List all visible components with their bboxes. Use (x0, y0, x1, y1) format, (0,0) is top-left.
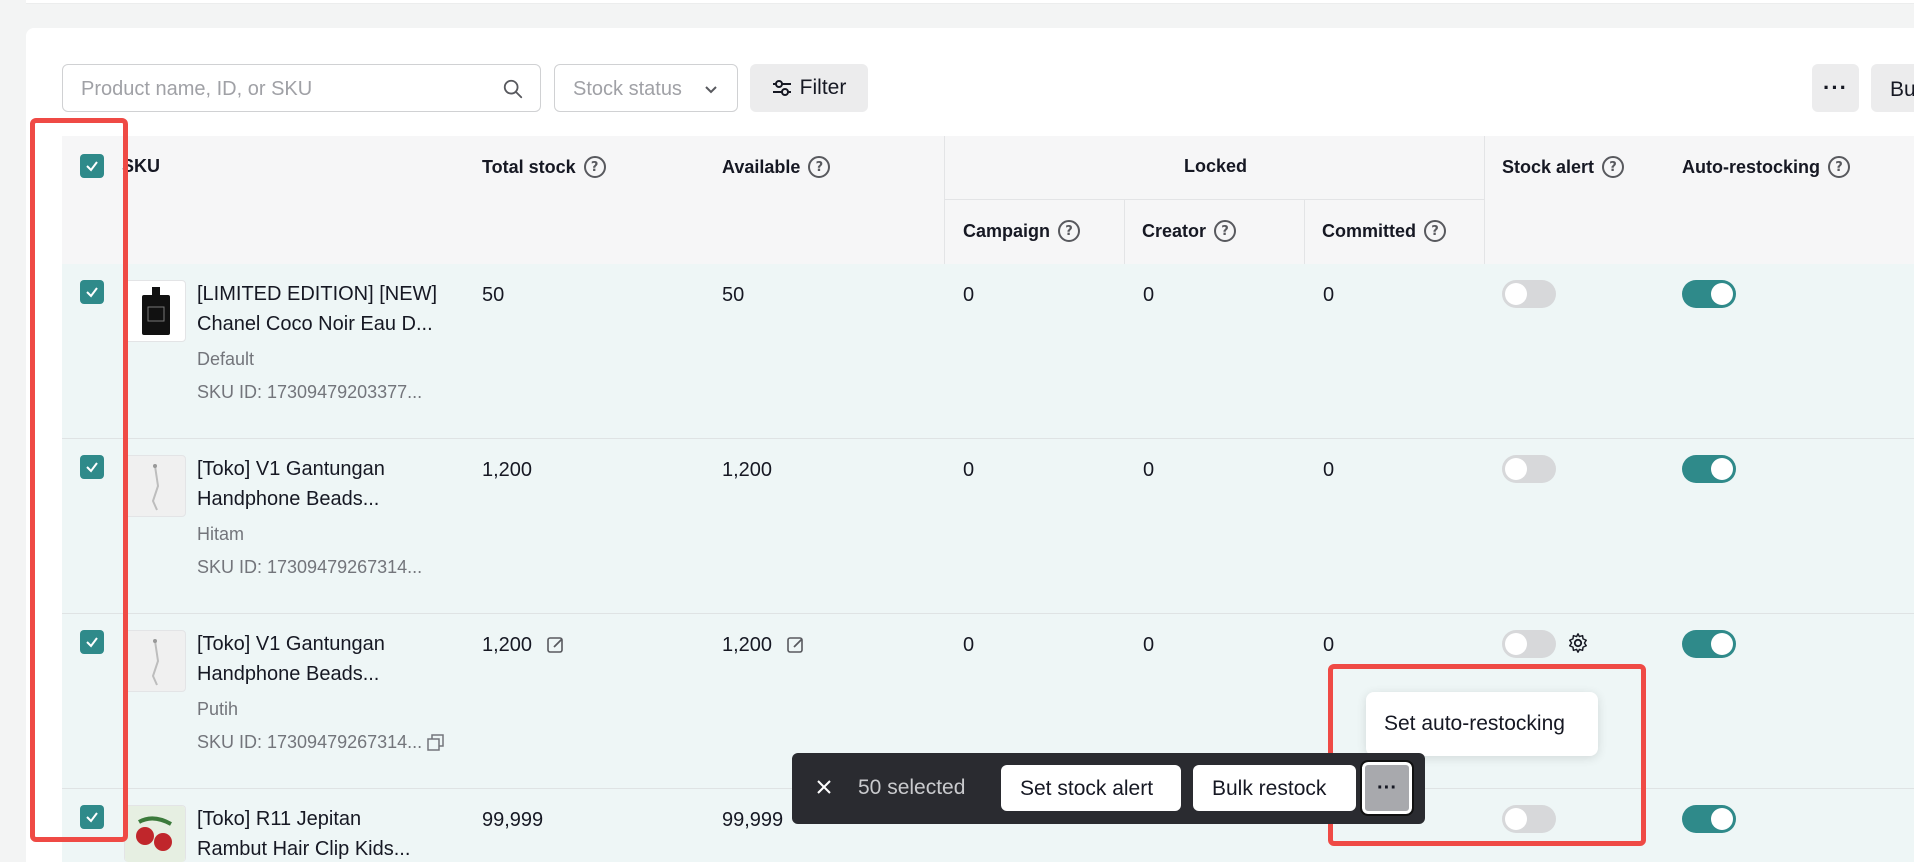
copy-icon[interactable] (427, 734, 445, 752)
stock-alert-toggle[interactable] (1502, 630, 1556, 658)
creator-value: 0 (1143, 284, 1155, 306)
product-thumbnail (124, 805, 186, 862)
available-value: 1,200 (722, 459, 773, 481)
divider (1124, 200, 1125, 264)
gear-icon[interactable] (1567, 632, 1589, 654)
help-icon[interactable]: ? (1424, 220, 1446, 242)
creator-value: 0 (1143, 634, 1155, 656)
help-icon[interactable]: ? (583, 156, 606, 178)
sku-id: SKU ID: 17309479267314... (197, 732, 423, 752)
more-icon: ··· (1823, 75, 1848, 100)
more-options-button[interactable]: ··· (1812, 64, 1859, 112)
table-header: SKU Total stock? Available? Locked Campa… (62, 136, 1914, 264)
chevron-down-icon (705, 86, 717, 94)
help-icon[interactable]: ? (808, 156, 831, 178)
set-stock-alert-button[interactable]: Set stock alert (1001, 765, 1181, 811)
edit-icon[interactable] (787, 636, 805, 654)
committed-value: 0 (1323, 284, 1335, 306)
total-stock-value: 50 (482, 284, 505, 306)
product-thumbnail (124, 630, 186, 692)
campaign-value: 0 (963, 284, 975, 306)
total-stock-value: 1,200 (482, 459, 533, 481)
checkbox-column-highlight (30, 118, 128, 842)
bulk-restock-button[interactable]: Bulk restock (1193, 765, 1356, 811)
col-total-stock: Total stock? (482, 156, 606, 178)
help-icon[interactable]: ? (1828, 156, 1851, 178)
help-icon[interactable]: ? (1602, 156, 1625, 178)
auto-restocking-toggle[interactable] (1682, 455, 1736, 483)
col-campaign: Campaign? (963, 220, 1081, 242)
campaign-value: 0 (963, 459, 975, 481)
close-icon[interactable] (814, 777, 834, 797)
col-locked: Locked (1184, 156, 1248, 176)
product-name[interactable]: [Toko] R11 Jepitan Rambut Hair Clip Kids.… (197, 804, 457, 862)
variant-label: Default (197, 349, 255, 369)
selected-count: 50 selected (858, 776, 966, 799)
stock-status-select[interactable]: Stock status (554, 64, 738, 112)
total-stock-value: 99,999 (482, 809, 544, 831)
more-icon: ··· (1377, 776, 1397, 799)
top-card-edge (26, 0, 1914, 4)
available-value: 50 (722, 284, 745, 306)
product-thumbnail (124, 455, 186, 517)
stock-alert-toggle[interactable] (1502, 280, 1556, 308)
auto-restocking-toggle[interactable] (1682, 280, 1736, 308)
hair-clip-image (125, 806, 185, 862)
auto-restocking-toggle[interactable] (1682, 805, 1736, 833)
search-icon (503, 79, 523, 99)
set-auto-restocking-menu-item[interactable]: Set auto-restocking (1366, 692, 1598, 756)
col-stock-alert: Stock alert? (1502, 156, 1625, 178)
product-name[interactable]: [Toko] V1 Gantungan Handphone Beads... (197, 454, 457, 514)
total-stock-value: 1,200 (482, 634, 533, 656)
edit-icon[interactable] (547, 636, 565, 654)
stock-status-placeholder: Stock status (573, 78, 682, 100)
committed-value: 0 (1323, 634, 1335, 656)
available-value: 1,200 (722, 634, 773, 656)
divider (944, 199, 1484, 200)
available-value: 99,999 (722, 809, 784, 831)
bulk-action-bar: 50 selected Set stock alert Bulk restock… (792, 753, 1425, 824)
variant-label: Hitam (197, 524, 245, 544)
stock-alert-toggle[interactable] (1502, 455, 1556, 483)
auto-restocking-toggle[interactable] (1682, 630, 1736, 658)
col-available: Available? (722, 156, 831, 178)
bulk-action-button[interactable]: Bu (1871, 64, 1914, 112)
sku-id: SKU ID: 17309479203377... (197, 382, 423, 402)
help-icon[interactable]: ? (1214, 220, 1237, 242)
filter-icon (772, 80, 791, 96)
divider (1484, 136, 1485, 264)
phone-charm-image (151, 639, 160, 686)
perfume-bottle-image (142, 287, 170, 335)
search-placeholder: Product name, ID, or SKU (81, 78, 313, 100)
variant-label: Putih (197, 699, 239, 719)
sku-id: SKU ID: 17309479267314... (197, 557, 423, 577)
product-name[interactable]: [LIMITED EDITION] [NEW] Chanel Coco Noir … (197, 279, 457, 339)
creator-value: 0 (1143, 459, 1155, 481)
filter-button[interactable]: Filter (750, 64, 868, 112)
col-committed: Committed? (1322, 220, 1446, 242)
campaign-value: 0 (963, 634, 975, 656)
committed-value: 0 (1323, 459, 1335, 481)
product-thumbnail (124, 280, 186, 342)
help-icon[interactable]: ? (1058, 220, 1081, 242)
search-input[interactable]: Product name, ID, or SKU (62, 64, 541, 112)
col-auto-restocking: Auto-restocking? (1682, 156, 1851, 178)
filter-label: Filter (799, 76, 847, 99)
product-name[interactable]: [Toko] V1 Gantungan Handphone Beads... (197, 629, 457, 689)
phone-charm-image (151, 464, 160, 511)
col-creator: Creator? (1142, 220, 1237, 242)
divider (1304, 200, 1305, 264)
bulk-more-button[interactable]: ··· (1360, 760, 1414, 816)
divider (944, 136, 945, 264)
